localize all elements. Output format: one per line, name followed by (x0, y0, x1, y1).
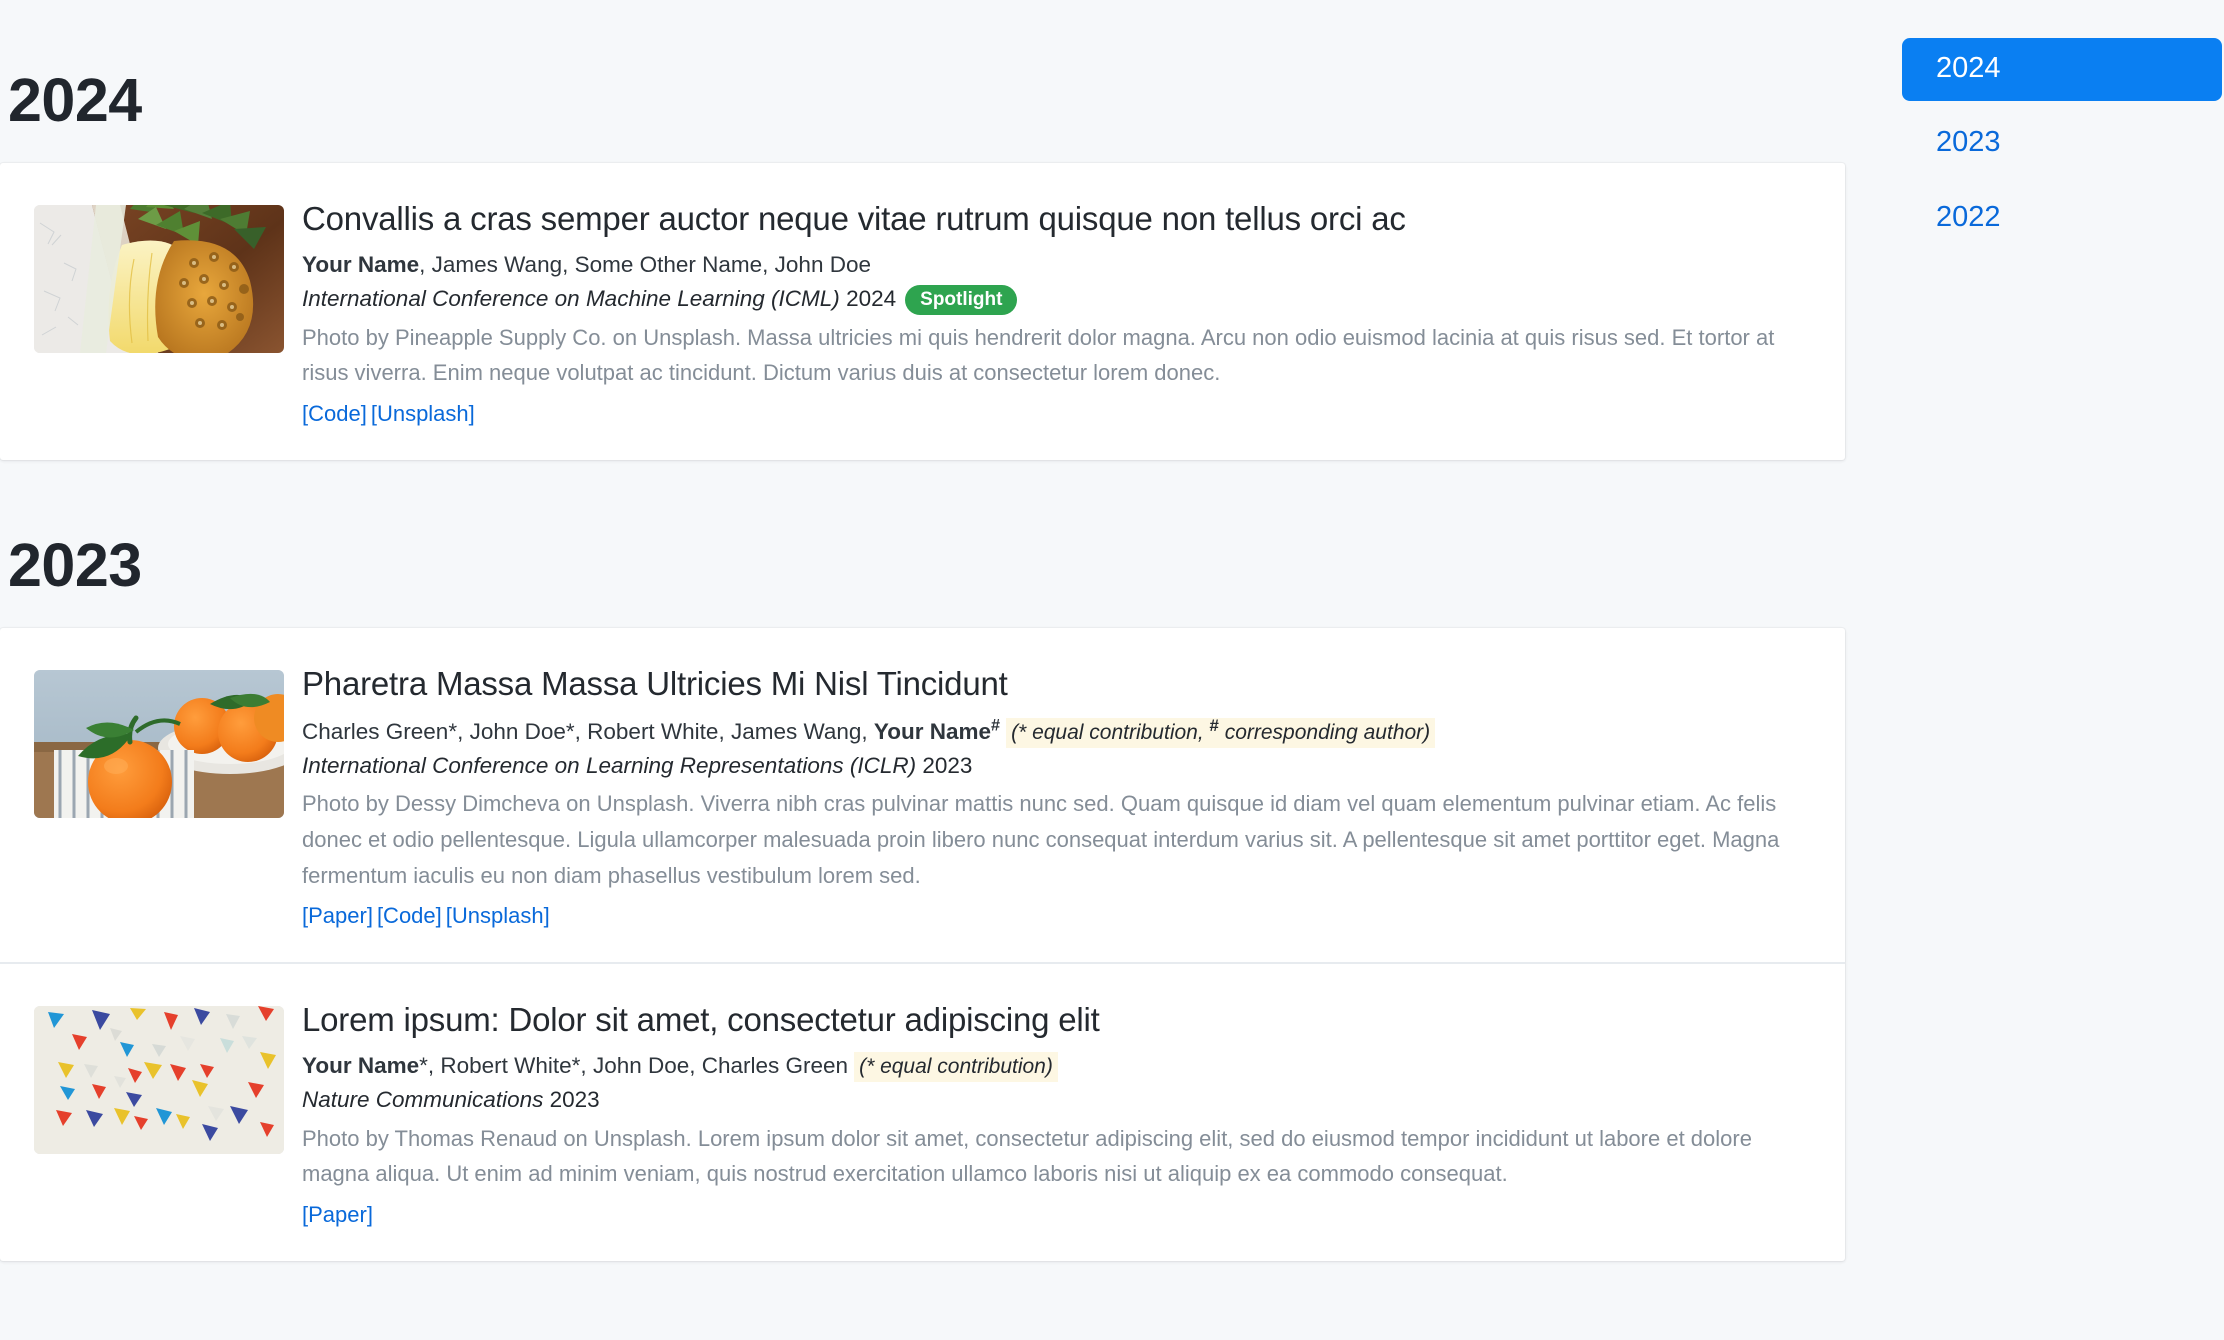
author-list: , James Wang, Some Other Name, John Doe (419, 252, 871, 277)
link-unsplash[interactable]: [Unsplash] (446, 903, 550, 928)
note-marker: # (1209, 715, 1219, 735)
publication-body: Pharetra Massa Massa Ultricies Mi Nisl T… (300, 664, 1811, 932)
author-highlight: Your Name (302, 1053, 420, 1079)
publication-item: Pharetra Massa Massa Ultricies Mi Nisl T… (0, 628, 1845, 962)
link-paper[interactable]: [Paper] (302, 903, 373, 928)
year-navigation: 2024 2023 2022 (1902, 38, 2222, 250)
publication-links: [Code] [Unsplash] (302, 397, 1811, 430)
venue-name: International Conference on Machine Lear… (302, 285, 840, 311)
publications-page: 2024 Convallis a cras semper auctor nequ… (0, 0, 2224, 1340)
year-heading-2023: 2023 (8, 530, 142, 599)
publication-title: Convallis a cras semper auctor neque vit… (302, 200, 1406, 238)
publication-authors: Charles Green*, John Doe*, Robert White,… (302, 714, 1811, 748)
link-code[interactable]: [Code] (377, 903, 442, 928)
publication-title: Lorem ipsum: Dolor sit amet, consectetur… (302, 1001, 1100, 1039)
thumbnail-wrapper (34, 664, 284, 932)
contribution-note: (* equal contribution, # corresponding a… (1006, 715, 1436, 748)
oranges-photo-thumbnail (34, 669, 284, 818)
venue-year: 2023 (549, 1087, 600, 1113)
publication-abstract: Photo by Dessy Dimcheva on Unsplash. Viv… (302, 791, 1780, 888)
thumbnail-wrapper (34, 199, 284, 430)
pineapple-photo-thumbnail (34, 205, 284, 354)
main-content: 2024 Convallis a cras semper auctor nequ… (0, 0, 1848, 1340)
publication-abstract: Photo by Thomas Renaud on Unsplash. Lore… (302, 1125, 1752, 1187)
contribution-note: (* equal contribution) (854, 1052, 1058, 1083)
status-badge: Spotlight (905, 284, 1018, 315)
link-code[interactable]: [Code] (302, 401, 367, 426)
author-marker: # (991, 716, 1001, 735)
author-list: *, Robert White*, John Doe, Charles Gree… (419, 1053, 849, 1079)
year-heading-2024: 2024 (8, 66, 142, 134)
publication-venue: Nature Communications 2023 (302, 1084, 1811, 1117)
publication-card-2024: Convallis a cras semper auctor neque vit… (0, 163, 1845, 460)
nav-item-2022[interactable]: 2022 (1902, 187, 2222, 250)
venue-name: Nature Communications (302, 1087, 544, 1113)
publication-authors: Your Name, James Wang, Some Other Name, … (302, 249, 1811, 281)
venue-name: International Conference on Learning Rep… (302, 752, 917, 778)
nav-item-2024[interactable]: 2024 (1902, 38, 2222, 102)
publication-venue: International Conference on Machine Lear… (302, 283, 1811, 316)
author-highlight: Your Name (302, 252, 420, 277)
publication-body: Lorem ipsum: Dolor sit amet, consectetur… (300, 1000, 1811, 1231)
publication-item: Convallis a cras semper auctor neque vit… (0, 163, 1845, 460)
note-part-a: (* equal contribution, (1011, 720, 1210, 744)
publication-item: Lorem ipsum: Dolor sit amet, consectetur… (0, 962, 1845, 1261)
publication-venue: International Conference on Learning Rep… (302, 750, 1811, 783)
publication-authors: Your Name*, Robert White*, John Doe, Cha… (302, 1050, 1811, 1083)
author-list-pre: Charles Green*, John Doe*, Robert White,… (302, 718, 874, 744)
venue-year: 2023 (922, 752, 973, 778)
venue-year: 2024 (846, 285, 897, 311)
publication-abstract: Photo by Pineapple Supply Co. on Unsplas… (302, 324, 1775, 386)
publication-body: Convallis a cras semper auctor neque vit… (300, 199, 1811, 430)
thumbnail-wrapper (34, 1000, 284, 1231)
confetti-triangles-photo-thumbnail (34, 1006, 284, 1155)
publication-links: [Paper] [Code] [Unsplash] (302, 899, 1811, 932)
nav-item-2023[interactable]: 2023 (1902, 112, 2222, 175)
note-part-b: corresponding author) (1218, 720, 1431, 744)
publication-card-2023: Pharetra Massa Massa Ultricies Mi Nisl T… (0, 627, 1845, 1261)
publication-links: [Paper] (302, 1198, 1811, 1231)
author-highlight: Your Name (873, 718, 992, 744)
link-unsplash[interactable]: [Unsplash] (371, 401, 475, 426)
publication-title: Pharetra Massa Massa Ultricies Mi Nisl T… (302, 664, 1008, 702)
link-paper[interactable]: [Paper] (302, 1202, 373, 1227)
